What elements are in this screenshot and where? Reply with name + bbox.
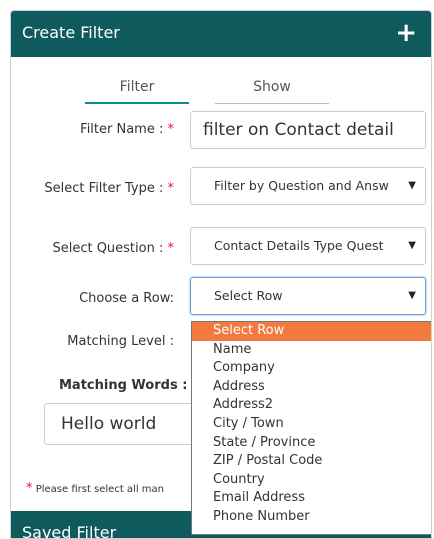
chevron-down-icon: ▼ xyxy=(408,240,416,251)
create-filter-header: Create Filter + xyxy=(11,11,431,57)
matching-level-label: Matching Level : xyxy=(67,334,174,349)
filter-type-label-text: Select Filter Type : xyxy=(44,181,164,196)
row-option[interactable]: Address2 xyxy=(192,396,431,415)
row-select[interactable]: Select Row ▼ xyxy=(190,277,426,315)
row-option[interactable]: ZIP / Postal Code xyxy=(192,452,431,471)
row-value: Select Row xyxy=(214,288,283,303)
row-option[interactable]: Select Row xyxy=(192,322,431,341)
required-marker: * xyxy=(167,241,175,256)
filter-name-label-text: Filter Name : xyxy=(80,122,164,137)
row-option[interactable]: City / Town xyxy=(192,415,431,434)
chevron-down-icon: ▼ xyxy=(408,180,416,191)
panel-title: Create Filter xyxy=(22,23,120,42)
row-option[interactable]: Address xyxy=(192,378,431,397)
row-option[interactable]: Country xyxy=(192,471,431,490)
required-marker: * xyxy=(167,181,175,196)
plus-icon[interactable]: + xyxy=(395,19,417,47)
chevron-down-icon: ▼ xyxy=(408,290,416,301)
required-marker: * xyxy=(167,122,175,137)
row-dropdown-list: Select Row Name Company Address Address2 City… xyxy=(191,321,431,535)
question-value: Contact Details Type Quest xyxy=(214,238,384,253)
required-note: * Please first select all man xyxy=(26,481,164,496)
tab-show[interactable]: Show xyxy=(215,79,329,104)
create-filter-panel: Create Filter + Filter Show Filter Name … xyxy=(10,10,432,539)
row-label: Choose a Row: xyxy=(79,291,174,306)
note-text: Please first select all man xyxy=(35,484,164,495)
filter-name-input[interactable]: filter on Contact detail xyxy=(190,111,426,149)
filter-type-select[interactable]: Filter by Question and Answ ▼ xyxy=(190,167,426,205)
filter-type-value: Filter by Question and Answ xyxy=(214,178,389,193)
matching-words-input[interactable]: Hello world xyxy=(44,403,204,445)
matching-words-label: Matching Words : xyxy=(59,378,188,393)
question-select[interactable]: Contact Details Type Quest ▼ xyxy=(190,227,426,265)
tab-filter[interactable]: Filter xyxy=(85,79,189,104)
filter-name-label: Filter Name : * xyxy=(80,122,174,137)
row-option[interactable]: State / Province xyxy=(192,434,431,453)
row-option[interactable]: Email Address xyxy=(192,489,431,508)
question-label-text: Select Question : xyxy=(52,241,164,256)
row-option[interactable]: Name xyxy=(192,341,431,360)
question-label: Select Question : * xyxy=(52,241,174,256)
filter-type-label: Select Filter Type : * xyxy=(44,181,174,196)
row-option[interactable]: Company xyxy=(192,359,431,378)
required-marker: * xyxy=(26,481,33,496)
row-option[interactable]: Phone Number xyxy=(192,508,431,527)
